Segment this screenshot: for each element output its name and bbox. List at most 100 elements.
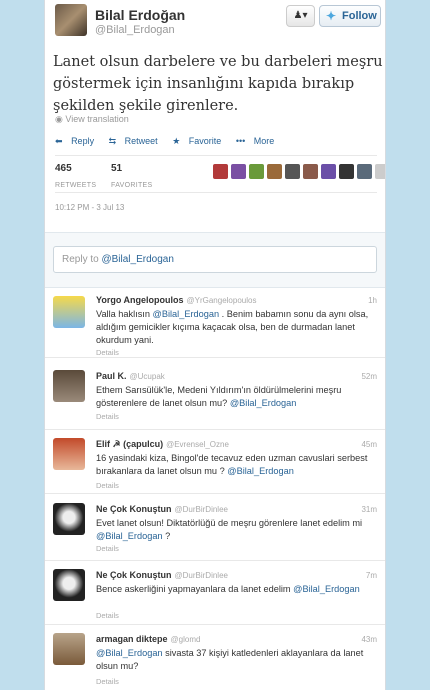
details-link[interactable]: Details <box>96 348 119 357</box>
details-link[interactable]: Details <box>96 677 119 686</box>
favoriter-avatar[interactable] <box>375 164 385 179</box>
reply-text: Ethem Sarısülük'le, Medeni Yıldırım'ın ö… <box>96 385 342 408</box>
tweet-actions: ⬅ Reply ⇆ Retweet ★ Favorite ••• More <box>55 136 286 147</box>
author-handle[interactable]: @Bilal_Erdogan <box>95 24 175 36</box>
reply-author-name: Elif ☭ (çapulcu) <box>96 439 164 449</box>
view-translation-link[interactable]: ◉ View translation <box>55 114 129 125</box>
reply-handle: @DurBirDinlee <box>174 505 228 514</box>
reply-author-name: armagan diktepe <box>96 634 168 644</box>
retweets-count: 465 <box>55 163 72 174</box>
favoriter-avatar[interactable] <box>357 164 372 179</box>
retweets-label: RETWEETS <box>55 182 97 189</box>
details-link[interactable]: Details <box>96 481 119 490</box>
reply-time[interactable]: 31m <box>361 505 377 514</box>
details-link[interactable]: Details <box>96 544 119 553</box>
divider <box>55 192 377 193</box>
reply-time[interactable]: 1h <box>368 296 377 305</box>
reply-handle: @Evrensel_Ozne <box>166 440 229 449</box>
reply-tweet[interactable]: Paul K. @Ucupak 52m Ethem Sarısülük'le, M… <box>45 364 385 430</box>
reply-author-name: Paul K. <box>96 371 127 381</box>
author-name[interactable]: Bilal Erdoğan <box>95 7 185 23</box>
reply-handle: @Ucupak <box>129 372 165 381</box>
reply-author[interactable]: Elif ☭ (çapulcu) @Evrensel_Ozne <box>96 439 229 450</box>
author-avatar[interactable] <box>55 4 87 36</box>
reply-author[interactable]: Yorgo Angelopoulos @YrGangelopoulos <box>96 295 256 305</box>
reply-avatar[interactable] <box>53 296 85 328</box>
retweets-stat[interactable]: 465 RETWEETS <box>55 163 96 192</box>
reply-tweet[interactable]: Ne Çok Konuştun @DurBirDinlee 31m Evet la… <box>45 497 385 561</box>
favoriter-avatar[interactable] <box>321 164 336 179</box>
reply-arrow-icon: ⬅ <box>55 136 63 146</box>
tweet-date[interactable]: 10:12 PM - 3 Jul 13 <box>55 203 124 212</box>
favoriter-avatar[interactable] <box>339 164 354 179</box>
user-actions-button[interactable]: ♟▾ <box>286 5 315 27</box>
mention-link[interactable]: @Bilal_Erdogan <box>227 466 294 476</box>
mention-link[interactable]: @Bilal_Erdogan <box>293 584 360 594</box>
reply-tweet[interactable]: Elif ☭ (çapulcu) @Evrensel_Ozne 45m 16 ya… <box>45 432 385 494</box>
reply-text: Bence askerliğini yapmayanlara da lanet … <box>96 584 360 594</box>
favoriter-avatar[interactable] <box>249 164 264 179</box>
follow-button[interactable]: ✦ Follow <box>319 5 381 27</box>
reply-avatar[interactable] <box>53 370 85 402</box>
mention-link[interactable]: @Bilal_Erdogan <box>96 531 163 541</box>
bird-icon: ✦ <box>326 9 337 23</box>
favoriter-avatar[interactable] <box>267 164 282 179</box>
view-translation-label: View translation <box>65 114 129 124</box>
reply-label: Reply <box>71 136 95 146</box>
favoriters-avatars <box>213 164 385 179</box>
mention-link[interactable]: @Bilal_Erdogan <box>96 648 163 658</box>
details-link[interactable]: Details <box>96 611 119 620</box>
reply-mention: @Bilal_Erdogan <box>101 254 174 265</box>
tweet-header: Bilal Erdoğan @Bilal_Erdogan ♟▾ ✦ Follow <box>45 0 385 44</box>
tweet-permalink-card: Bilal Erdoğan @Bilal_Erdogan ♟▾ ✦ Follow… <box>44 0 386 690</box>
reply-time[interactable]: 52m <box>361 372 377 381</box>
reply-author[interactable]: Ne Çok Konuştun @DurBirDinlee <box>96 504 228 514</box>
favoriter-avatar[interactable] <box>303 164 318 179</box>
reply-text: Evet lanet olsun! Diktatörlüğü de meşru … <box>96 518 363 541</box>
details-link[interactable]: Details <box>96 412 119 421</box>
reply-time[interactable]: 45m <box>361 440 377 449</box>
divider <box>55 155 377 156</box>
more-dots-icon: ••• <box>235 136 246 146</box>
favorite-action[interactable]: ★ Favorite <box>172 136 227 146</box>
reply-avatar[interactable] <box>53 569 85 601</box>
more-action[interactable]: ••• More <box>236 136 280 146</box>
favoriter-avatar[interactable] <box>285 164 300 179</box>
reply-author-name: Ne Çok Konuştun <box>96 570 172 580</box>
reply-author[interactable]: Paul K. @Ucupak <box>96 371 165 381</box>
reply-tweet[interactable]: armagan diktepe @glomd 43m @Bilal_Erdogan… <box>45 627 385 690</box>
favorites-stat[interactable]: 51 FAVORITES <box>111 163 152 192</box>
reply-tweet[interactable]: Ne Çok Konuştun @DurBirDinlee 7m Bence as… <box>45 563 385 625</box>
retweet-label: Retweet <box>124 136 158 146</box>
chevron-down-icon: ▾ <box>302 10 308 21</box>
globe-icon: ◉ <box>55 114 63 124</box>
star-icon: ★ <box>172 136 181 146</box>
reply-avatar[interactable] <box>53 438 85 470</box>
reply-prefix: Reply to <box>62 254 102 265</box>
reply-author-name: Ne Çok Konuştun <box>96 504 172 514</box>
reply-handle: @DurBirDinlee <box>174 571 228 580</box>
more-label: More <box>253 136 275 146</box>
reply-author[interactable]: Ne Çok Konuştun @DurBirDinlee <box>96 570 228 580</box>
reply-author[interactable]: armagan diktepe @glomd <box>96 634 200 644</box>
reply-avatar[interactable] <box>53 633 85 665</box>
retweet-icon: ⇆ <box>108 136 117 146</box>
reply-action[interactable]: ⬅ Reply <box>55 136 100 146</box>
mention-link[interactable]: @Bilal_Erdogan <box>230 398 297 408</box>
reply-tweet[interactable]: Yorgo Angelopoulos @YrGangelopoulos 1h Va… <box>45 288 385 358</box>
tweet-text: Lanet olsun darbelere ve bu darbeleri me… <box>53 54 383 114</box>
reply-input[interactable]: Reply to @Bilal_Erdogan <box>53 246 377 273</box>
reply-area: Reply to @Bilal_Erdogan <box>45 232 385 288</box>
reply-avatar[interactable] <box>53 503 85 535</box>
retweet-action[interactable]: ⇆ Retweet <box>109 136 164 146</box>
reply-text: 16 yasindaki kiza, Bingol'de tecavuz ede… <box>96 453 368 476</box>
favoriter-avatar[interactable] <box>231 164 246 179</box>
reply-time[interactable]: 7m <box>366 571 377 580</box>
follow-label: Follow <box>342 10 377 22</box>
favoriter-avatar[interactable] <box>213 164 228 179</box>
reply-time[interactable]: 43m <box>361 635 377 644</box>
reply-handle: @glomd <box>170 635 201 644</box>
mention-link[interactable]: @Bilal_Erdogan <box>153 309 220 319</box>
reply-text: @Bilal_Erdogan sivasta 37 kişiyi katlede… <box>96 648 364 671</box>
favorites-count: 51 <box>111 163 123 174</box>
